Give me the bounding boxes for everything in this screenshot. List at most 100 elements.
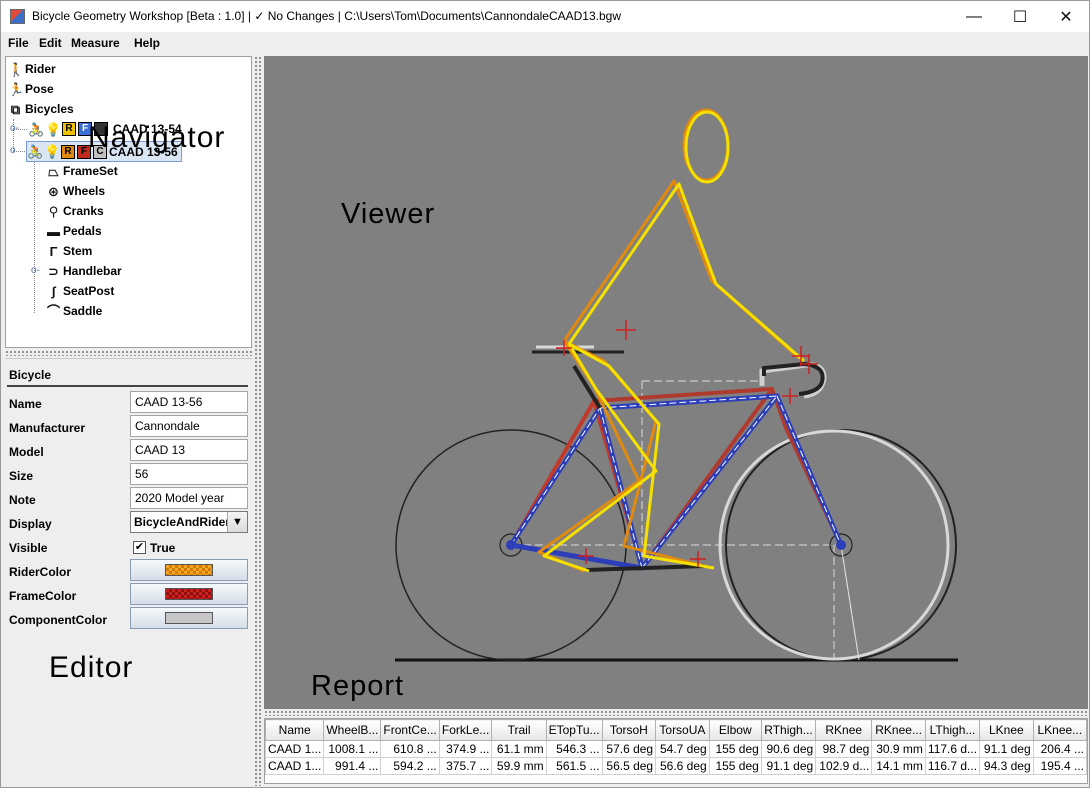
navigator-overlay-label: Navigator: [88, 121, 226, 154]
navigator-tree: 🚶 Rider 🏃 Pose ⧉ Bicycles o- 🚴 💡 R F CAA…: [5, 56, 252, 348]
rider-icon: 🚶: [8, 61, 25, 77]
column-header[interactable]: RKnee...: [871, 719, 926, 741]
table-cell: 90.6 deg: [760, 740, 817, 758]
table-cell: 98.7 deg: [815, 740, 873, 758]
close-button[interactable]: ✕: [1043, 1, 1089, 32]
column-header[interactable]: TorsoUA: [655, 719, 710, 741]
model-field[interactable]: CAAD 13: [130, 439, 248, 461]
tree-item-seatpost[interactable]: ʃ SeatPost: [46, 281, 114, 301]
visible-checkbox[interactable]: ✔: [133, 541, 146, 554]
column-header[interactable]: FrontCe...: [380, 719, 440, 741]
tree-item-pose[interactable]: 🏃 Pose: [8, 79, 54, 99]
bicycle-drawing[interactable]: [264, 56, 1088, 709]
table-cell: 610.8 ...: [380, 740, 440, 758]
table-cell: 61.1 mm: [491, 740, 547, 758]
component-color-button[interactable]: [130, 607, 248, 629]
maximize-button[interactable]: ☐: [997, 1, 1043, 32]
column-header[interactable]: LThigh...: [924, 719, 981, 741]
rider-color-button[interactable]: [130, 559, 248, 581]
tree-item-label: Handlebar: [63, 264, 122, 278]
bicycle-rider-icon: 🚴: [28, 121, 45, 137]
chevron-down-icon[interactable]: ▼: [227, 512, 247, 532]
table-cell: CAAD 1...: [265, 757, 325, 775]
guide-lines: [511, 380, 860, 661]
application-window: Bicycle Geometry Workshop [Beta : 1.0] |…: [0, 0, 1090, 788]
display-select[interactable]: BicycleAndRider ▼: [130, 511, 248, 533]
geometry-viewer[interactable]: Viewer Report: [264, 56, 1088, 709]
column-header[interactable]: Trail: [491, 719, 547, 741]
viewer-report-splitter[interactable]: [264, 710, 1088, 716]
column-header[interactable]: LKnee...: [1032, 719, 1087, 741]
table-cell: CAAD 1...: [265, 740, 325, 758]
size-field[interactable]: 56: [130, 463, 248, 485]
expand-toggle-icon[interactable]: o-: [10, 123, 19, 134]
manufacturer-field[interactable]: Cannondale: [130, 415, 248, 437]
table-cell: 54.7 deg: [655, 740, 710, 758]
name-label: Name: [9, 397, 42, 411]
column-header[interactable]: RThigh...: [760, 719, 817, 741]
tree-item-stem[interactable]: Γ Stem: [46, 241, 93, 261]
tree-item-label: Bicycles: [25, 102, 74, 116]
size-label: Size: [9, 469, 34, 483]
tree-item-bicycles[interactable]: ⧉ Bicycles: [8, 99, 74, 119]
pose-icon: 🏃: [8, 81, 25, 97]
manufacturer-label: Manufacturer: [9, 421, 86, 435]
visible-bulb-icon[interactable]: 💡: [45, 122, 61, 137]
table-cell: 117.6 d...: [924, 740, 981, 758]
column-header[interactable]: Elbow: [708, 719, 762, 741]
rider-badge: R: [62, 122, 76, 136]
tree-item-frameset[interactable]: ⏢ FrameSet: [46, 161, 118, 181]
table-cell: 14.1 mm: [871, 757, 926, 775]
column-header[interactable]: TorsoH: [601, 719, 657, 741]
table-cell: 102.9 d...: [815, 757, 873, 775]
table-cell: 91.1 deg: [760, 757, 817, 775]
visible-label: Visible: [9, 541, 48, 555]
column-header[interactable]: RKnee: [815, 719, 873, 741]
column-header[interactable]: Name: [265, 719, 325, 741]
table-cell: 195.4 ...: [1032, 757, 1087, 775]
column-header[interactable]: ETopTu...: [545, 719, 603, 741]
tree-item-saddle[interactable]: ⌒ Saddle: [46, 301, 102, 321]
tree-item-pedals[interactable]: ▬ Pedals: [46, 221, 102, 241]
table-cell: 991.4 ...: [323, 757, 382, 775]
table-row[interactable]: CAAD 1... 991.4 ... 594.2 ... 375.7 ... …: [265, 757, 1087, 775]
crank: [585, 564, 705, 572]
vertical-splitter[interactable]: [254, 56, 262, 786]
fork-guide: [840, 544, 860, 661]
rear-axle: [506, 540, 516, 550]
model-label: Model: [9, 445, 44, 459]
report-table[interactable]: Name WheelB... FrontCe... ForkLe... Trai…: [265, 719, 1087, 775]
menu-help[interactable]: Help: [134, 36, 160, 50]
column-header[interactable]: WheelB...: [323, 719, 382, 741]
table-cell: 561.5 ...: [545, 757, 603, 775]
tree-item-rider[interactable]: 🚶 Rider: [8, 59, 56, 79]
frameset-icon: ⏢: [48, 163, 59, 179]
navigator-editor-splitter[interactable]: [5, 350, 252, 356]
table-row[interactable]: CAAD 1... 1008.1 ... 610.8 ... 374.9 ...…: [265, 740, 1087, 758]
tree-item-wheels[interactable]: ⊛ Wheels: [46, 181, 105, 201]
property-editor: Bicycle Name CAAD 13-56 Manufacturer Can…: [5, 358, 252, 784]
minimize-button[interactable]: —: [951, 1, 997, 32]
report-overlay-label: Report: [311, 670, 405, 702]
saddle-icon: ⌒: [46, 303, 60, 319]
frame-color-button[interactable]: [130, 583, 248, 605]
note-field[interactable]: 2020 Model year: [130, 487, 248, 509]
tree-item-label: Rider: [25, 62, 56, 76]
collapse-toggle-icon[interactable]: o: [10, 145, 16, 156]
tree-connector: [34, 161, 35, 313]
table-cell: 155 deg: [708, 757, 762, 775]
window-title: Bicycle Geometry Workshop [Beta : 1.0] |…: [32, 9, 621, 23]
menu-file[interactable]: File: [8, 36, 29, 50]
name-field[interactable]: CAAD 13-56: [130, 391, 248, 413]
menu-measure[interactable]: Measure: [71, 36, 120, 50]
column-header[interactable]: LKnee: [979, 719, 1034, 741]
tree-item-label: Pedals: [63, 224, 102, 238]
visible-bulb-icon[interactable]: 💡: [44, 144, 60, 159]
tree-item-cranks[interactable]: ⚲ Cranks: [46, 201, 104, 221]
column-header[interactable]: ForkLe...: [438, 719, 493, 741]
menu-edit[interactable]: Edit: [39, 36, 62, 50]
tree-item-label: FrameSet: [63, 164, 118, 178]
tree-item-handlebar[interactable]: ⊃ Handlebar: [46, 261, 122, 281]
table-cell: 594.2 ...: [380, 757, 440, 775]
expand-toggle-icon[interactable]: o-: [31, 265, 40, 276]
